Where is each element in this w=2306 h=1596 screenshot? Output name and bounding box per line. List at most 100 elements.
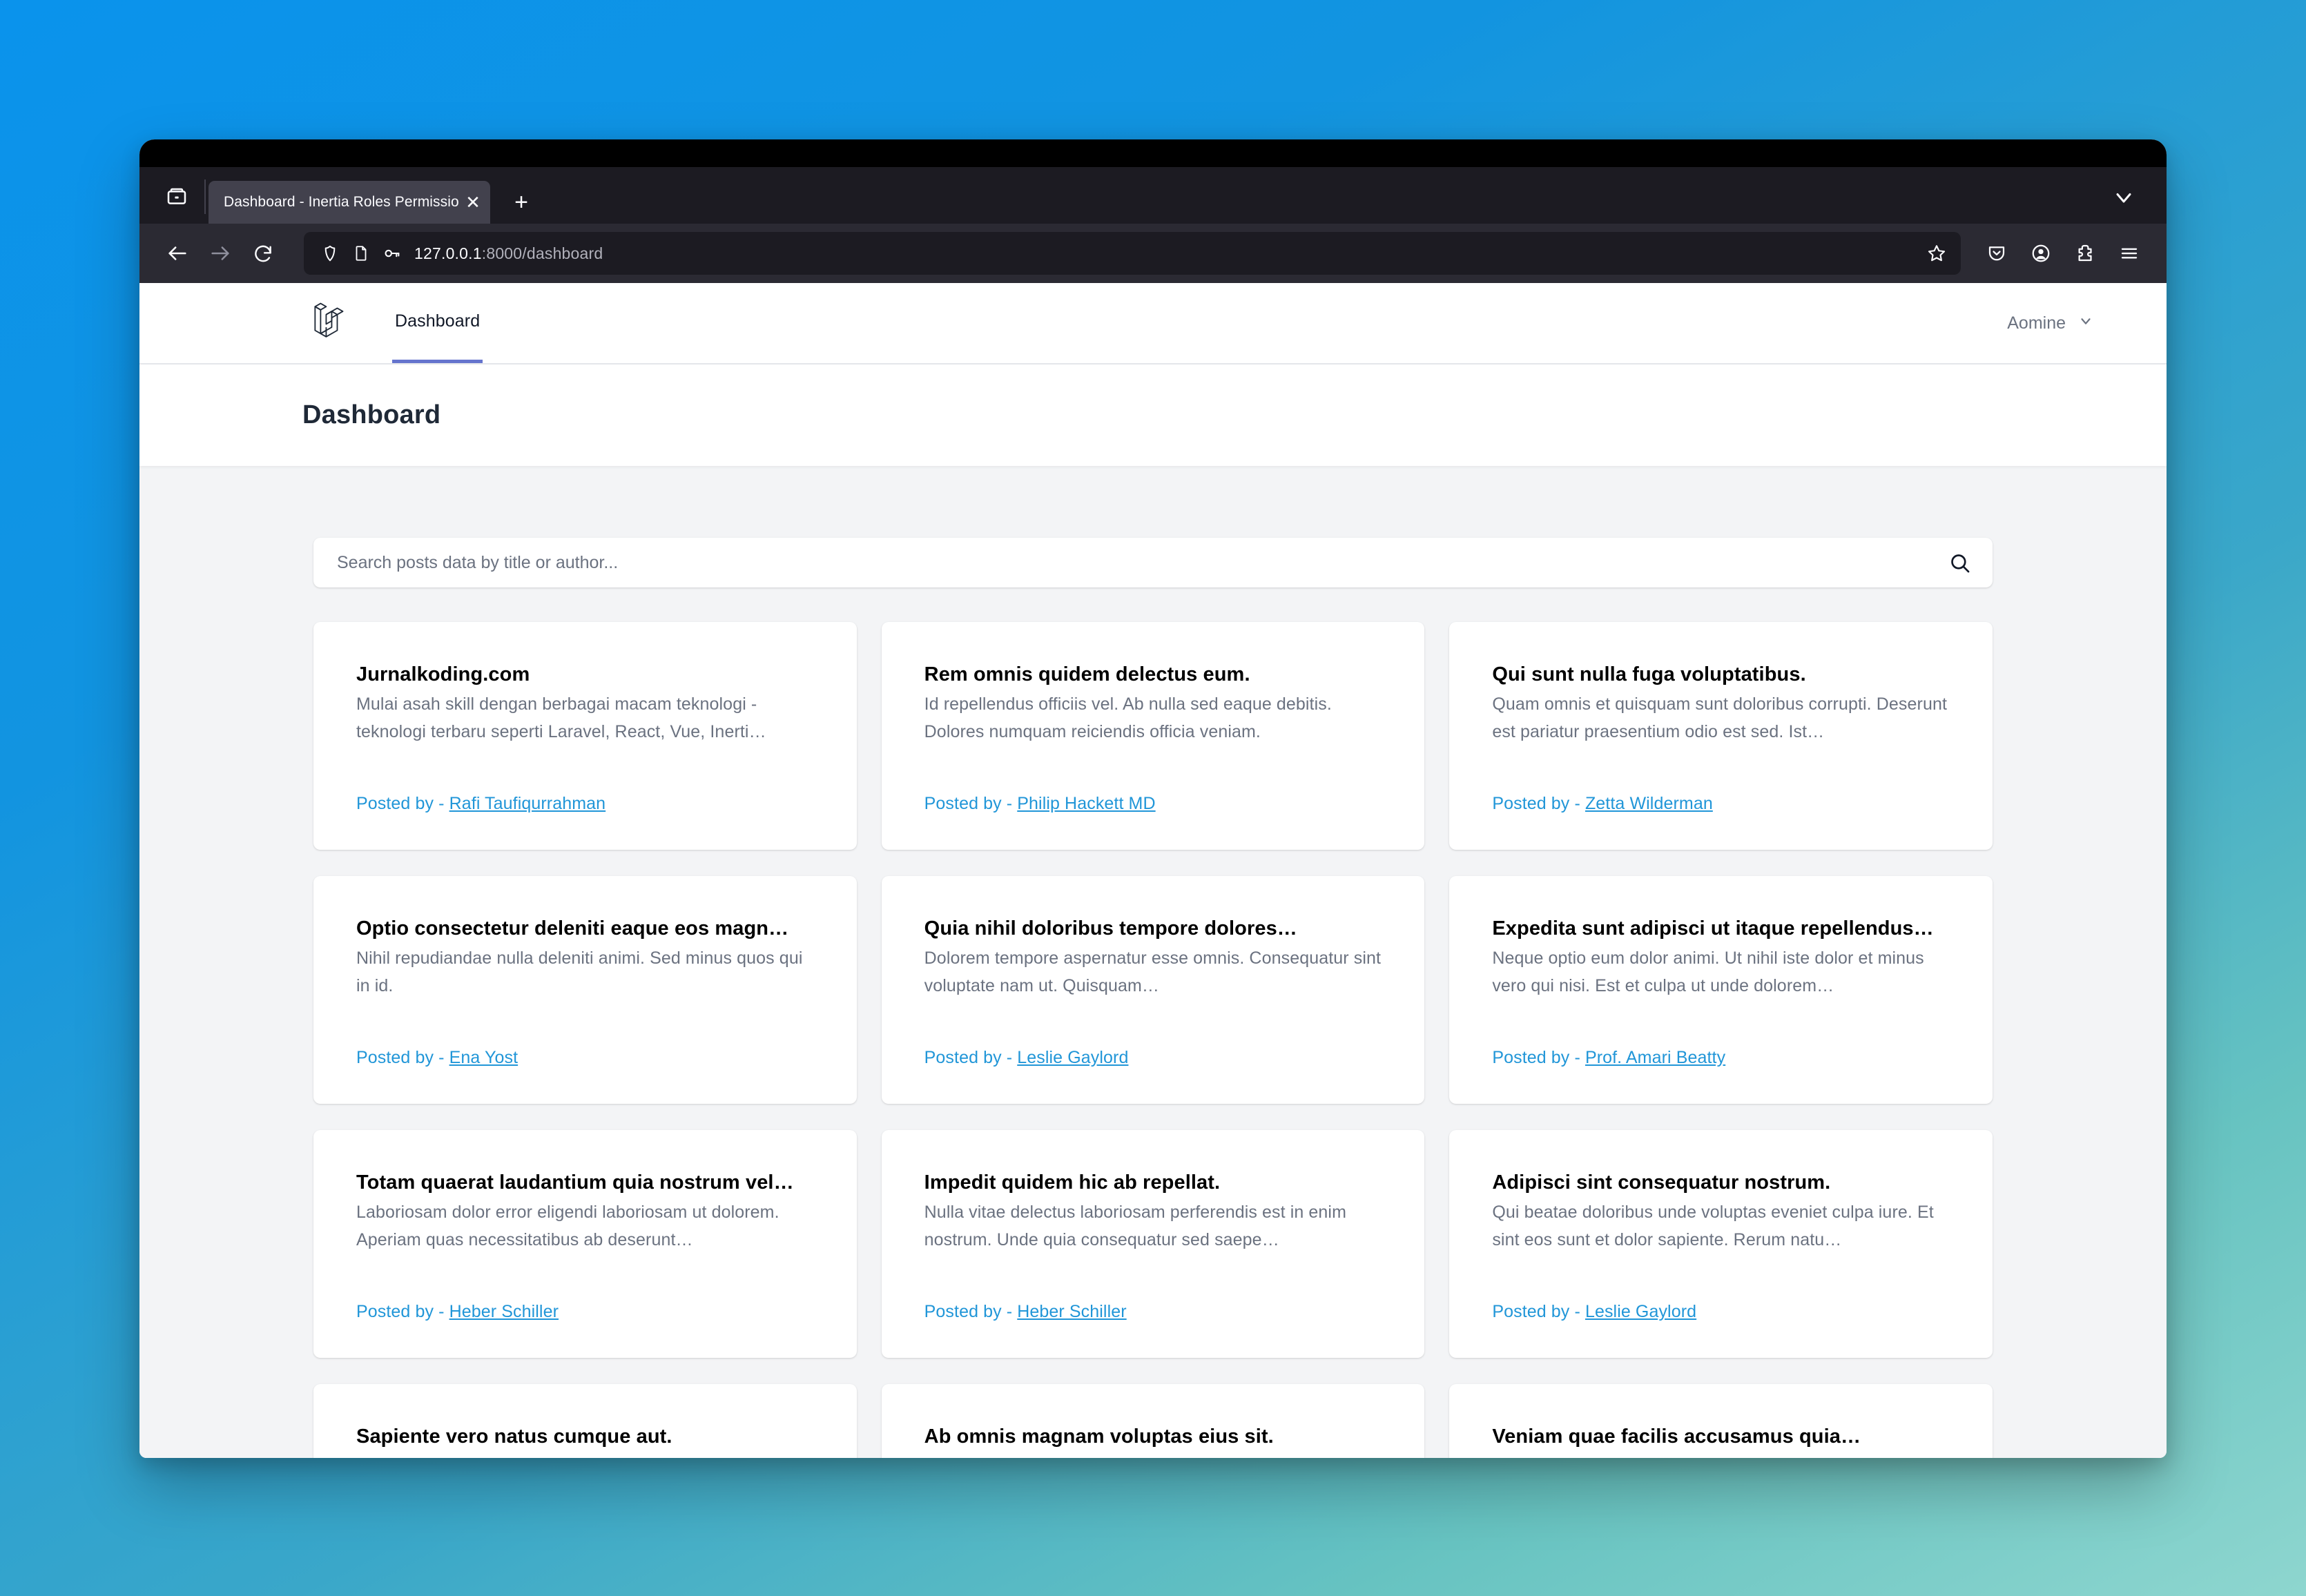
post-author-link[interactable]: Leslie Gaylord <box>1017 1048 1128 1067</box>
shield-icon <box>320 244 340 263</box>
post-card-title: Expedita sunt adipisci ut itaque repelle… <box>1492 917 1934 940</box>
post-card[interactable]: Expedita sunt adipisci ut itaque repelle… <box>1449 876 1993 1104</box>
post-card-excerpt: Nihil repudiandae nulla deleniti animi. … <box>356 948 803 995</box>
chevron-down-icon <box>2078 313 2093 333</box>
post-author-link[interactable]: Rafi Taufiqurrahman <box>449 794 606 813</box>
post-card-footer: Posted by - Philip Hackett MD <box>924 758 1382 814</box>
post-card-footer: Posted by - Heber Schiller <box>924 1266 1382 1322</box>
post-card[interactable]: Rem omnis quidem delectus eum. Id repelle… <box>881 622 1425 850</box>
back-arrow-icon[interactable] <box>156 232 199 275</box>
tab-list-icon[interactable] <box>152 171 202 221</box>
post-card-excerpt: Id repellendus officiis vel. Ab nulla se… <box>924 694 1332 741</box>
url-path: :8000/dashboard <box>481 244 603 262</box>
page-title: Dashboard <box>302 400 441 429</box>
post-card-excerpt: Laboriosam dolor error eligendi laborios… <box>356 1203 779 1249</box>
browser-tab[interactable]: Dashboard - Inertia Roles Permission ✕ <box>209 181 490 224</box>
post-card[interactable]: Adipisci sint consequatur nostrum. Qui be… <box>1449 1130 1993 1358</box>
page-header: Dashboard <box>139 364 2167 466</box>
post-card[interactable]: Sapiente vero natus cumque aut. <box>313 1384 857 1458</box>
post-card-footer: Posted by - Leslie Gaylord <box>1492 1266 1950 1322</box>
search-icon[interactable] <box>1948 552 1972 575</box>
post-card-title: Quia nihil doloribus tempore dolores… <box>924 917 1297 940</box>
browser-window: Dashboard - Inertia Roles Permission ✕ + <box>139 139 2167 1458</box>
url-text: 127.0.0.1:8000/dashboard <box>414 244 603 263</box>
post-card-title: Qui sunt nulla fuga voluptatibus. <box>1492 663 1806 685</box>
user-menu-button[interactable]: Aomine <box>2007 283 2128 363</box>
post-author-link[interactable]: Heber Schiller <box>1017 1302 1126 1321</box>
forward-arrow-icon[interactable] <box>199 232 242 275</box>
post-card-footer: Posted by - Rafi Taufiqurrahman <box>356 758 814 814</box>
close-icon[interactable]: ✕ <box>463 193 483 211</box>
search-input[interactable] <box>313 538 1993 587</box>
post-card[interactable]: Optio consectetur deleniti eaque eos mag… <box>313 876 857 1104</box>
tab-strip: Dashboard - Inertia Roles Permission ✕ + <box>139 167 2167 224</box>
window-titlebar <box>139 139 2167 167</box>
nav-link-dashboard[interactable]: Dashboard <box>392 283 483 363</box>
posted-by-label: Posted by - <box>1492 794 1585 813</box>
post-card-excerpt: Mulai asah skill dengan berbagai macam t… <box>356 694 766 741</box>
bookmark-star-icon[interactable] <box>1919 236 1954 271</box>
user-menu-name: Aomine <box>2007 313 2066 333</box>
url-bar[interactable]: 127.0.0.1:8000/dashboard <box>304 232 1961 275</box>
post-card[interactable]: Impedit quidem hic ab repellat. Nulla vit… <box>881 1130 1425 1358</box>
post-card-title: Jurnalkoding.com <box>356 663 530 685</box>
post-card-title: Impedit quidem hic ab repellat. <box>924 1171 1221 1194</box>
posted-by-label: Posted by - <box>356 794 449 813</box>
posted-by-label: Posted by - <box>924 1302 1018 1321</box>
post-card[interactable]: Ab omnis magnam voluptas eius sit. <box>881 1384 1425 1458</box>
post-card-title: Ab omnis magnam voluptas eius sit. <box>924 1425 1274 1448</box>
post-card-excerpt: Quam omnis et quisquam sunt doloribus co… <box>1492 694 1948 741</box>
post-card-grid: Jurnalkoding.com Mulai asah skill dengan … <box>313 622 1993 1458</box>
post-card[interactable]: Quia nihil doloribus tempore dolores… Dol… <box>881 876 1425 1104</box>
post-author-link[interactable]: Prof. Amari Beatty <box>1585 1048 1725 1067</box>
account-icon[interactable] <box>2020 233 2062 274</box>
post-author-link[interactable]: Ena Yost <box>449 1048 519 1067</box>
post-author-link[interactable]: Heber Schiller <box>449 1302 559 1321</box>
page-viewport: Dashboard Aomine Dashboard Search posts … <box>139 283 2167 1458</box>
post-card-excerpt: Nulla vitae delectus laboriosam perferen… <box>924 1203 1347 1249</box>
chevron-down-icon[interactable] <box>2111 185 2136 213</box>
post-card-excerpt: Dolorem tempore aspernatur esse omnis. C… <box>924 948 1382 995</box>
post-author-link[interactable]: Leslie Gaylord <box>1585 1302 1696 1321</box>
post-card[interactable]: Jurnalkoding.com Mulai asah skill dengan … <box>313 622 857 850</box>
search-bar <box>313 538 1993 587</box>
content-area: Jurnalkoding.com Mulai asah skill dengan … <box>139 466 2167 1458</box>
post-author-link[interactable]: Philip Hackett MD <box>1017 794 1155 813</box>
post-card[interactable]: Totam quaerat laudantium quia nostrum ve… <box>313 1130 857 1358</box>
post-card-title: Veniam quae facilis accusamus quia… <box>1492 1425 1861 1448</box>
reload-icon[interactable] <box>242 232 284 275</box>
post-card-excerpt: Neque optio eum dolor animi. Ut nihil is… <box>1492 948 1924 995</box>
posted-by-label: Posted by - <box>924 1048 1018 1067</box>
post-card-title: Adipisci sint consequatur nostrum. <box>1492 1171 1831 1194</box>
hamburger-menu-icon[interactable] <box>2109 233 2150 274</box>
post-card-footer: Posted by - Leslie Gaylord <box>924 1012 1382 1068</box>
post-card[interactable]: Qui sunt nulla fuga voluptatibus. Quam om… <box>1449 622 1993 850</box>
posted-by-label: Posted by - <box>924 794 1018 813</box>
post-card-excerpt: Qui beatae doloribus unde voluptas eveni… <box>1492 1203 1934 1249</box>
pocket-icon[interactable] <box>1976 233 2017 274</box>
post-card-footer: Posted by - Ena Yost <box>356 1012 814 1068</box>
post-card-footer: Posted by - Zetta Wilderman <box>1492 758 1950 814</box>
tab-title: Dashboard - Inertia Roles Permission <box>224 194 458 210</box>
brand-logo[interactable] <box>309 283 349 363</box>
toolbar-right-actions <box>1976 233 2150 274</box>
post-author-link[interactable]: Zetta Wilderman <box>1585 794 1713 813</box>
post-card-footer: Posted by - Heber Schiller <box>356 1266 814 1322</box>
url-host: 127.0.0.1 <box>414 244 482 262</box>
post-card-title: Sapiente vero natus cumque aut. <box>356 1425 672 1448</box>
app-navbar: Dashboard Aomine <box>139 283 2167 364</box>
post-card-title: Optio consectetur deleniti eaque eos mag… <box>356 917 789 940</box>
post-card-title: Totam quaerat laudantium quia nostrum ve… <box>356 1171 794 1194</box>
post-card[interactable]: Veniam quae facilis accusamus quia… <box>1449 1384 1993 1458</box>
browser-toolbar: 127.0.0.1:8000/dashboard <box>139 224 2167 283</box>
posted-by-label: Posted by - <box>1492 1302 1585 1321</box>
key-icon <box>382 244 402 263</box>
laravel-logo-icon <box>309 300 349 347</box>
app-nav-links: Dashboard <box>392 283 483 363</box>
tabstrip-divider <box>204 179 206 214</box>
post-card-footer: Posted by - Prof. Amari Beatty <box>1492 1012 1950 1068</box>
page-info-icon <box>352 244 370 262</box>
new-tab-button[interactable]: + <box>500 181 543 224</box>
posted-by-label: Posted by - <box>356 1048 449 1067</box>
extensions-puzzle-icon[interactable] <box>2064 233 2106 274</box>
